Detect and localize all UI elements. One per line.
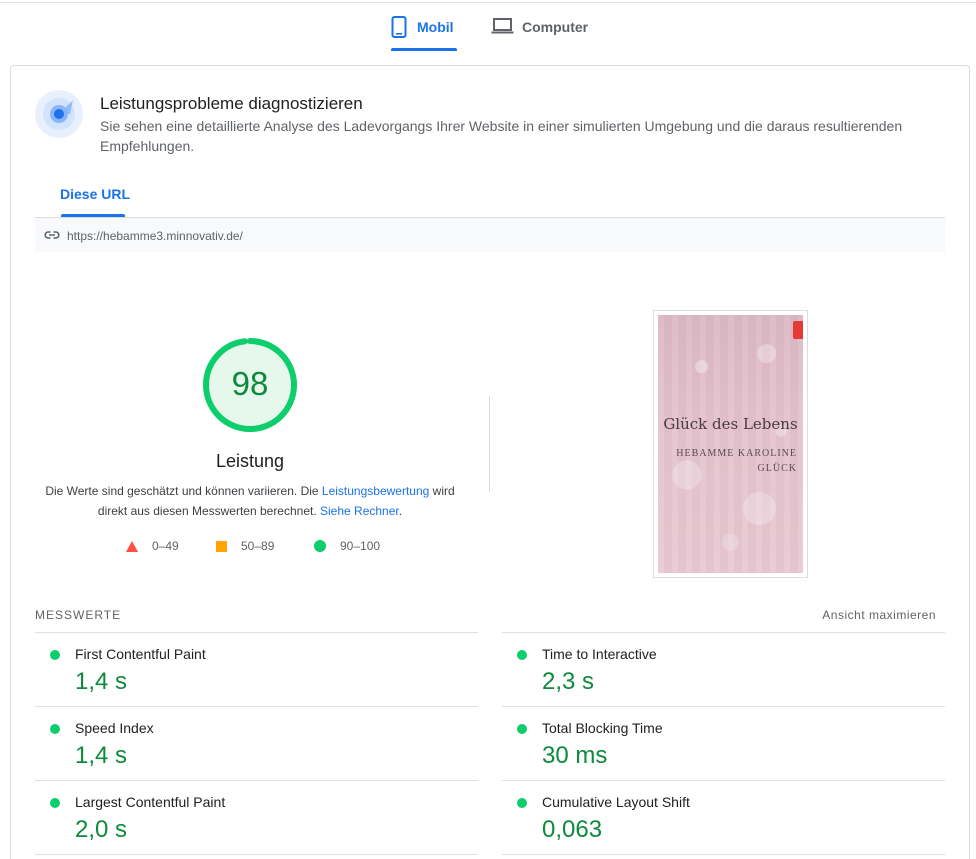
top-divider [0, 2, 976, 3]
legend-pass: 90–100 [314, 539, 380, 553]
tab-this-url[interactable]: Diese URL [60, 186, 130, 202]
vertical-divider [489, 396, 490, 492]
score-desc-text-1: Die Werte sind geschätzt und können vari… [45, 484, 322, 498]
tab-desktop-label: Computer [522, 19, 589, 35]
pass-circle-icon [517, 650, 527, 660]
smartphone-icon [391, 16, 407, 38]
diagnose-title: Leistungsprobleme diagnostizieren [100, 94, 363, 113]
screenshot-title: Glück des Lebens [663, 415, 798, 433]
laptop-icon [491, 18, 514, 34]
pass-circle-icon [50, 650, 60, 660]
diagnose-description: Sie sehen eine detaillierte Analyse des … [100, 118, 903, 154]
metric-fcp: First Contentful Paint 1,4 s [35, 632, 478, 706]
link-icon [44, 231, 60, 239]
legend-pass-label: 90–100 [340, 539, 381, 553]
metric-speed-index: Speed Index 1,4 s [35, 706, 478, 780]
url-bar: https://hebamme3.minnovativ.de/ [35, 217, 945, 252]
pass-circle-icon [50, 798, 60, 808]
page-screenshot: Glück des Lebens HEBAMME KAROLINE GLÜCK [653, 310, 808, 578]
metric-value: 0,063 [542, 816, 603, 843]
gauge-icon [35, 90, 83, 138]
legend-average: 50–89 [216, 539, 274, 553]
pass-circle-icon [517, 724, 527, 734]
metric-name: First Contentful Paint [75, 646, 206, 662]
metric-lcp: Largest Contentful Paint 2,0 s [35, 780, 478, 854]
metric-name: Largest Contentful Paint [75, 794, 226, 810]
tab-mobile-label: Mobil [417, 19, 454, 35]
metric-value: 1,4 s [75, 742, 128, 769]
tab-mobile-indicator [391, 48, 457, 51]
metric-value: 30 ms [542, 742, 608, 769]
score-label: Leistung [215, 451, 285, 471]
metrics-divider-right [502, 854, 945, 855]
legend-average-label: 50–89 [241, 539, 275, 553]
analyzed-url[interactable]: https://hebamme3.minnovativ.de/ [67, 229, 243, 243]
legend-fail-label: 0–49 [152, 539, 179, 553]
screenshot-preview: Glück des Lebens HEBAMME KAROLINE GLÜCK [658, 315, 803, 573]
metric-tti: Time to Interactive 2,3 s [502, 632, 945, 706]
metric-cls: Cumulative Layout Shift 0,063 [502, 780, 945, 854]
metrics-divider-left [35, 854, 478, 855]
expand-view-toggle[interactable]: Ansicht maximieren [822, 608, 936, 622]
legend-fail: 0–49 [126, 539, 179, 553]
performance-score-link[interactable]: Leistungsbewertung [322, 484, 429, 498]
triangle-icon [126, 540, 138, 552]
metric-name: Time to Interactive [542, 646, 657, 662]
score-description: Die Werte sind geschätzt und können vari… [41, 481, 459, 521]
pass-circle-icon [517, 798, 527, 808]
calculator-link[interactable]: Siehe Rechner [320, 504, 399, 518]
metric-name: Total Blocking Time [542, 720, 663, 736]
metric-name: Cumulative Layout Shift [542, 794, 690, 810]
performance-score: 98 [231, 365, 269, 402]
tab-desktop[interactable]: Computer [491, 10, 601, 52]
tab-mobile[interactable]: Mobil [391, 10, 457, 52]
score-desc-text-3: . [398, 504, 403, 518]
pass-circle-icon [50, 724, 60, 734]
circle-icon [314, 540, 326, 552]
screenshot-subtitle: HEBAMME KAROLINE GLÜCK [676, 448, 797, 474]
device-tabs: Mobil Computer [0, 10, 976, 52]
metric-name: Speed Index [75, 720, 154, 736]
metric-tbt: Total Blocking Time 30 ms [502, 706, 945, 780]
screenshot-badge [793, 321, 803, 339]
metrics-title: MESSWERTE [35, 608, 122, 622]
metric-value: 2,0 s [75, 816, 128, 843]
report-card: Leistungsprobleme diagnostizieren Sie se… [10, 65, 970, 859]
square-icon [216, 540, 227, 552]
metric-value: 2,3 s [542, 668, 595, 695]
metric-value: 1,4 s [75, 668, 128, 695]
